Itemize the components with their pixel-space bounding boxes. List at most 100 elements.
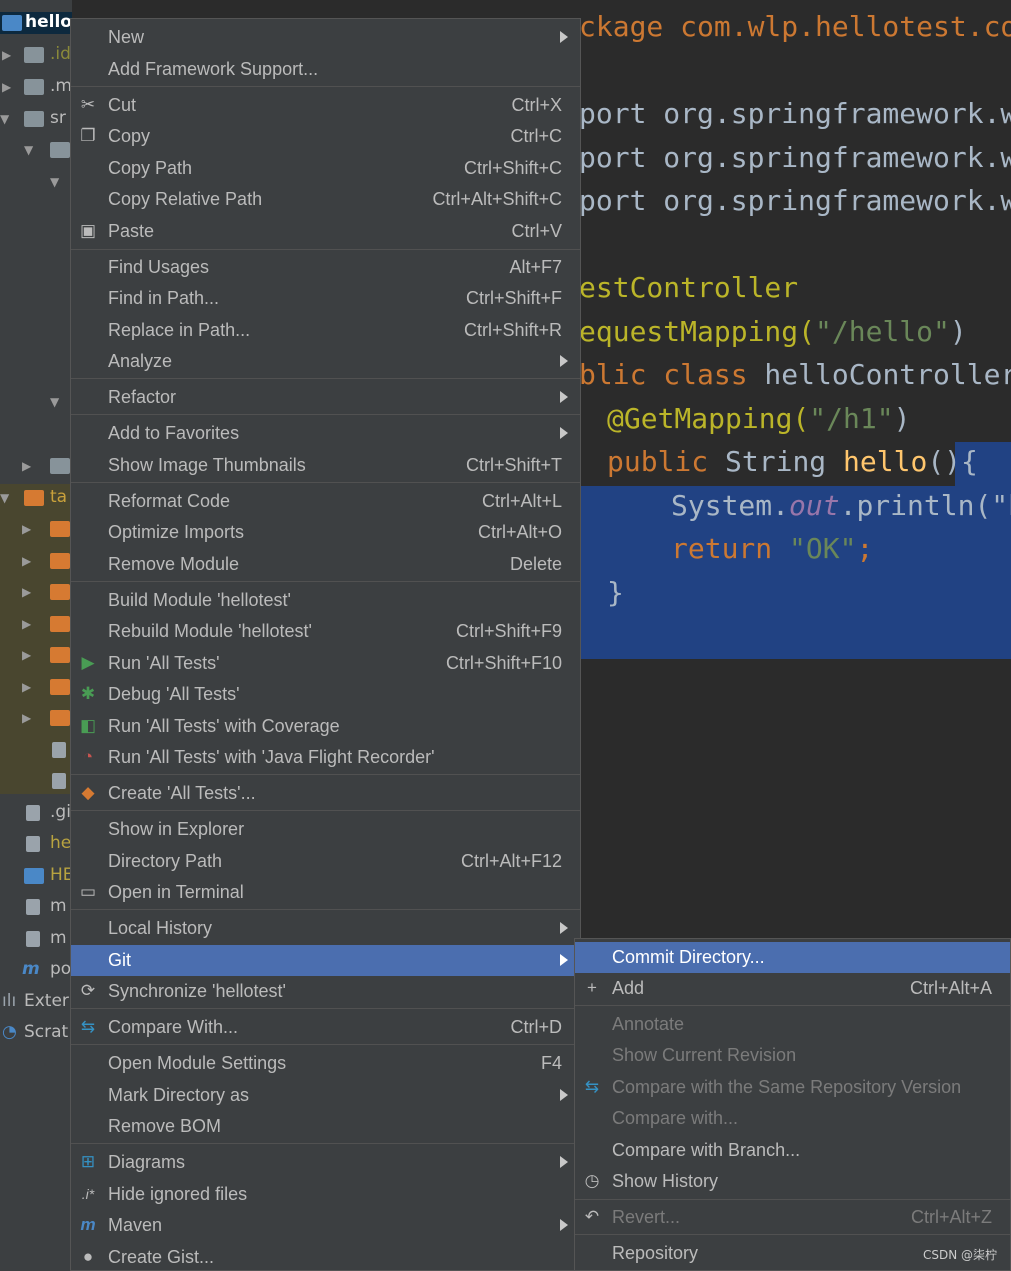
expand-arrow-icon[interactable]: ▶ — [22, 522, 31, 536]
collapse-arrow-icon[interactable]: ▼ — [24, 143, 33, 157]
menu-item-reformat-code[interactable]: Reformat Code Ctrl+Alt+L — [71, 486, 580, 517]
folder-icon — [24, 79, 44, 95]
tree-row-pom[interactable]: m po — [0, 959, 72, 981]
tree-row-test[interactable]: ▼ — [0, 391, 72, 413]
menu-item-remove-module[interactable]: Remove Module Delete — [71, 549, 580, 580]
menu-item-annotate[interactable]: Annotate — [575, 1009, 1010, 1040]
collapse-arrow-icon[interactable]: ▼ — [0, 112, 9, 126]
menu-item-compare-with[interactable]: ⇆ Compare With... Ctrl+D — [71, 1012, 580, 1043]
folder-icon — [50, 142, 70, 158]
tree-row-src[interactable]: ▼ sr — [0, 108, 72, 130]
menu-item-analyze[interactable]: Analyze — [71, 346, 580, 377]
menu-item-commit-directory[interactable]: Commit Directory... — [575, 942, 1010, 973]
menu-item-cut[interactable]: ✂ Cut Ctrl+X — [71, 90, 580, 121]
tree-row-folder[interactable]: ▶ — [0, 455, 72, 477]
menu-item-run-all-tests[interactable]: ▶ Run 'All Tests' Ctrl+Shift+F10 — [71, 648, 580, 679]
tree-row-java[interactable]: ▼ — [0, 171, 72, 193]
menu-item-add-framework-support[interactable]: Add Framework Support... — [71, 54, 580, 85]
menu-item-git[interactable]: Git — [71, 945, 580, 976]
menu-item-label: Hide ignored files — [108, 1184, 248, 1204]
tree-row-target[interactable]: ▼ ta — [0, 487, 72, 509]
coverage-icon: ◧ — [79, 716, 97, 735]
tree-row-mvnw[interactable]: m — [0, 896, 72, 918]
submenu-arrow-icon — [560, 31, 568, 43]
tree-row-target-child-4[interactable]: ▶ — [0, 613, 72, 635]
menu-item-find-usages[interactable]: Find Usages Alt+F7 — [71, 252, 580, 283]
tree-row-label: m — [50, 896, 67, 916]
tree-row-external-libraries[interactable]: ılı Exter — [0, 991, 72, 1013]
tree-row-project-root[interactable]: hello — [0, 12, 72, 34]
menu-item-paste[interactable]: ▣ Paste Ctrl+V — [71, 216, 580, 247]
menu-item-find-in-path[interactable]: Find in Path... Ctrl+Shift+F — [71, 283, 580, 314]
menu-item-label: Directory Path — [108, 851, 223, 871]
tree-row-target-file-1[interactable] — [0, 739, 72, 761]
menu-item-rebuild-module-hellotest[interactable]: Rebuild Module 'hellotest' Ctrl+Shift+F9 — [71, 616, 580, 647]
expand-arrow-icon[interactable]: ▶ — [2, 80, 11, 94]
expand-arrow-icon[interactable]: ▶ — [22, 459, 31, 473]
menu-item-compare-with[interactable]: Compare with... — [575, 1103, 1010, 1134]
expand-arrow-icon[interactable]: ▶ — [22, 711, 31, 725]
tree-row-target-child-1[interactable]: ▶ — [0, 518, 72, 540]
menu-item-show-current-revision[interactable]: Show Current Revision — [575, 1040, 1010, 1071]
menu-item-run-all-tests-with-java-flight-recorder[interactable]: ◔ Run 'All Tests' with 'Java Flight Recor… — [71, 742, 580, 773]
menu-item-replace-in-path[interactable]: Replace in Path... Ctrl+Shift+R — [71, 315, 580, 346]
tree-row-gitignore[interactable]: .gi — [0, 802, 72, 824]
menu-separator — [575, 1234, 1010, 1235]
menu-item-refactor[interactable]: Refactor — [71, 382, 580, 413]
menu-item-create-gist[interactable]: ● Create Gist... — [71, 1242, 580, 1270]
tree-row-target-child-3[interactable]: ▶ — [0, 581, 72, 603]
collapse-arrow-icon[interactable]: ▼ — [50, 175, 59, 189]
menu-item-create-all-tests[interactable]: ◆ Create 'All Tests'... — [71, 778, 580, 809]
expand-arrow-icon[interactable]: ▶ — [22, 648, 31, 662]
menu-item-hide-ignored-files[interactable]: .i* Hide ignored files — [71, 1179, 580, 1210]
menu-item-new[interactable]: New — [71, 22, 580, 53]
collapse-arrow-icon[interactable]: ▼ — [0, 491, 9, 505]
expand-arrow-icon[interactable]: ▶ — [22, 554, 31, 568]
tree-row-idea[interactable]: ▶ .id — [0, 44, 72, 66]
menu-item-optimize-imports[interactable]: Optimize Imports Ctrl+Alt+O — [71, 517, 580, 548]
menu-item-compare-with-branch[interactable]: Compare with Branch... — [575, 1135, 1010, 1166]
menu-item-local-history[interactable]: Local History — [71, 913, 580, 944]
menu-item-run-all-tests-with-coverage[interactable]: ◧ Run 'All Tests' with Coverage — [71, 711, 580, 742]
tree-row-mvnw-cmd[interactable]: m — [0, 928, 72, 950]
expand-arrow-icon[interactable]: ▶ — [2, 48, 11, 62]
tree-row-target-child-2[interactable]: ▶ — [0, 550, 72, 572]
menu-item-show-history[interactable]: ◷ Show History — [575, 1166, 1010, 1197]
menu-item-directory-path[interactable]: Directory Path Ctrl+Alt+F12 — [71, 846, 580, 877]
menu-item-add-to-favorites[interactable]: Add to Favorites — [71, 418, 580, 449]
menu-item-label: Replace in Path... — [108, 320, 251, 340]
expand-arrow-icon[interactable]: ▶ — [22, 680, 31, 694]
tree-row-target-child-6[interactable]: ▶ — [0, 676, 72, 698]
menu-item-compare-with-the-same-repository-version[interactable]: ⇆ Compare with the Same Repository Versio… — [575, 1072, 1010, 1103]
menu-item-revert[interactable]: ↶ Revert... Ctrl+Alt+Z — [575, 1202, 1010, 1233]
tree-row-target-child-5[interactable]: ▶ — [0, 644, 72, 666]
tree-row-scratches[interactable]: ◔ Scrat — [0, 1022, 72, 1044]
menu-item-mark-directory-as[interactable]: Mark Directory as — [71, 1080, 580, 1111]
expand-arrow-icon[interactable]: ▶ — [22, 617, 31, 631]
menu-item-copy[interactable]: ❐ Copy Ctrl+C — [71, 121, 580, 152]
menu-item-copy-path[interactable]: Copy Path Ctrl+Shift+C — [71, 153, 580, 184]
menu-item-show-image-thumbnails[interactable]: Show Image Thumbnails Ctrl+Shift+T — [71, 450, 580, 481]
menu-item-open-in-terminal[interactable]: ▭ Open in Terminal — [71, 877, 580, 908]
tree-row-help-md[interactable]: HE — [0, 865, 72, 887]
menu-item-copy-relative-path[interactable]: Copy Relative Path Ctrl+Alt+Shift+C — [71, 184, 580, 215]
menu-item-label: Find Usages — [108, 257, 210, 277]
menu-item-debug-all-tests[interactable]: ✱ Debug 'All Tests' — [71, 679, 580, 710]
menu-item-remove-bom[interactable]: Remove BOM — [71, 1111, 580, 1142]
menu-item-synchronize-hellotest[interactable]: ⟳ Synchronize 'hellotest' — [71, 976, 580, 1007]
menu-item-add[interactable]: + Add Ctrl+Alt+A — [575, 973, 1010, 1004]
tree-row-iml[interactable]: he — [0, 833, 72, 855]
tree-row-target-child-7[interactable]: ▶ — [0, 707, 72, 729]
menu-item-show-in-explorer[interactable]: Show in Explorer — [71, 814, 580, 845]
menu-item-open-module-settings[interactable]: Open Module Settings F4 — [71, 1048, 580, 1079]
menu-item-build-module-hellotest[interactable]: Build Module 'hellotest' — [71, 585, 580, 616]
tree-row-target-file-2[interactable] — [0, 770, 72, 792]
menu-item-diagrams[interactable]: ⊞ Diagrams — [71, 1147, 580, 1178]
tree-row-main[interactable]: ▼ — [0, 139, 72, 161]
collapse-arrow-icon[interactable]: ▼ — [50, 395, 59, 409]
menu-item-maven[interactable]: m Maven — [71, 1210, 580, 1241]
expand-arrow-icon[interactable]: ▶ — [22, 585, 31, 599]
code-line-rest-controller: estController — [579, 271, 799, 304]
tree-row-mvn[interactable]: ▶ .m — [0, 76, 72, 98]
tree-row-label: Scrat — [24, 1022, 69, 1042]
